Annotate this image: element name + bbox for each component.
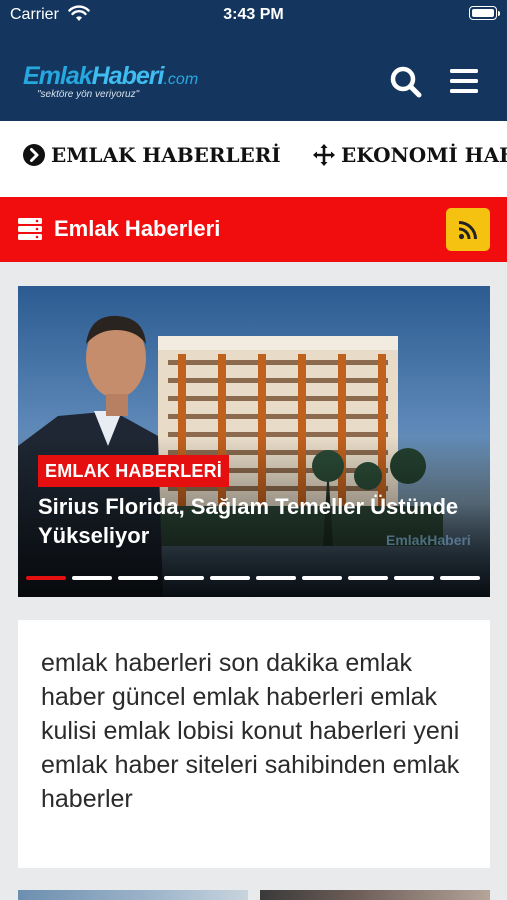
hamburger-menu-icon xyxy=(450,69,478,93)
news-thumbnail[interactable] xyxy=(18,890,248,900)
search-icon xyxy=(390,66,422,98)
category-tab-emlak[interactable]: EMLAK HABERLERİ xyxy=(22,143,281,167)
category-label: EKONOMİ HABERLERİ xyxy=(341,143,507,167)
category-label: EMLAK HABERLERİ xyxy=(51,143,281,167)
section-header: Emlak Haberleri xyxy=(0,197,507,262)
chevron-circle-right-icon xyxy=(23,144,45,166)
logo-domain: .com xyxy=(163,71,199,88)
move-arrows-icon xyxy=(313,144,335,166)
logo-text-emlak: Emlak xyxy=(23,62,93,90)
slider-dot[interactable] xyxy=(210,576,250,580)
status-time: 3:43 PM xyxy=(223,6,284,23)
seo-description: emlak haberleri son dakika emlak haber g… xyxy=(41,649,460,813)
category-scroller[interactable]: EMLAK HABERLERİ EKONOMİ HABERLERİ xyxy=(0,121,507,197)
logo-text-haberi: Haberi xyxy=(91,62,165,90)
seo-text-card: emlak haberleri son dakika emlak haber g… xyxy=(18,620,490,868)
category-tab-ekonomi[interactable]: EKONOMİ HABERLERİ xyxy=(312,143,507,167)
slide-headline[interactable]: Sirius Florida, Sağlam Temeller Üstünde … xyxy=(38,492,478,550)
search-button[interactable] xyxy=(386,62,426,102)
server-list-icon xyxy=(18,218,42,240)
slider-dot[interactable] xyxy=(164,576,204,580)
slider-dot[interactable] xyxy=(26,576,66,580)
slider-dot[interactable] xyxy=(302,576,342,580)
status-bar: Carrier 3:43 PM xyxy=(0,0,507,32)
slider-pagination[interactable] xyxy=(26,576,480,580)
news-thumbnail[interactable] xyxy=(260,890,490,900)
slider-dot[interactable] xyxy=(72,576,112,580)
slider-dot[interactable] xyxy=(348,576,388,580)
slider-dot[interactable] xyxy=(256,576,296,580)
rss-button[interactable] xyxy=(446,208,490,251)
site-logo[interactable]: EmlakHaberi.com "sektöre yön veriyoruz" xyxy=(23,62,198,100)
slider-dot[interactable] xyxy=(440,576,480,580)
section-title: Emlak Haberleri xyxy=(54,216,221,241)
app-header: Carrier 3:43 PM EmlakHaberi.com "sektöre… xyxy=(0,0,507,121)
slider-dot[interactable] xyxy=(394,576,434,580)
menu-button[interactable] xyxy=(444,62,484,102)
headline-slider[interactable]: EmlakHaberi xyxy=(18,286,490,597)
battery-icon xyxy=(469,6,500,20)
rss-icon xyxy=(458,221,477,240)
slider-dot[interactable] xyxy=(118,576,158,580)
slide-category-badge[interactable]: EMLAK HABERLERİ xyxy=(38,455,229,487)
